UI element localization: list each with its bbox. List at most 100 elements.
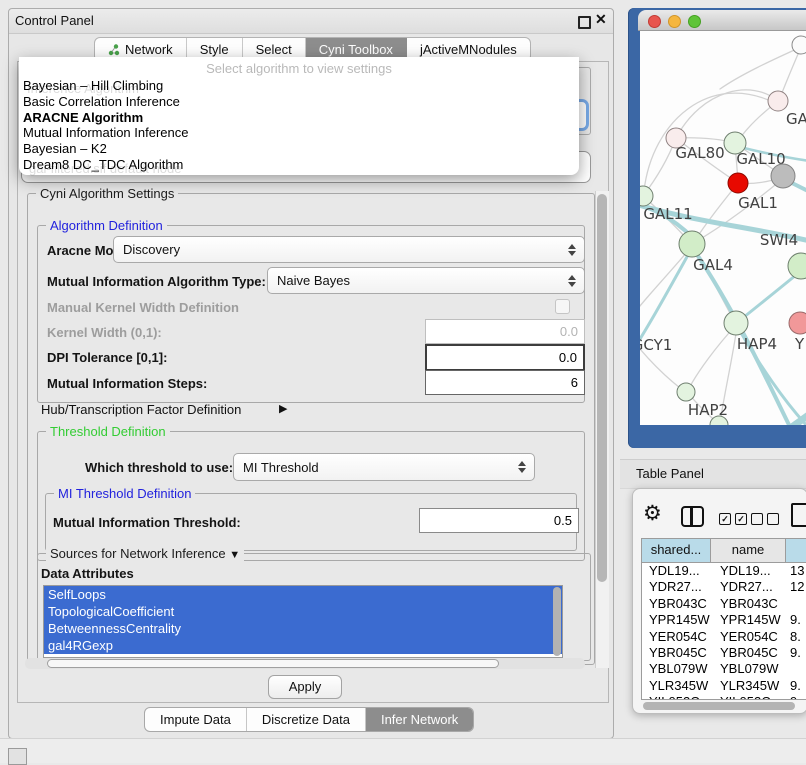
attribute-item[interactable]: SelfLoops [44,586,562,603]
float-window-icon[interactable] [578,16,591,29]
table-row[interactable]: YLR345WYLR345W9. [642,678,806,694]
table-cell[interactable]: YIL052C [711,694,786,700]
close-icon[interactable]: ✕ [595,11,607,28]
table-cell[interactable]: 12 [786,579,806,595]
table-cell[interactable]: YLR345W [711,678,786,694]
node-y[interactable] [789,312,806,334]
node-gal[interactable] [768,91,788,111]
table-cell[interactable]: YLR345W [642,678,711,694]
table-cell[interactable]: YBR045C [642,645,711,661]
table-cell[interactable]: 8. [786,629,806,645]
table-cell[interactable]: YBR043C [711,596,786,612]
zoom-traffic-light-icon[interactable] [688,15,701,28]
column-header-shared[interactable]: shared... [642,539,711,562]
data-attributes-list[interactable]: SelfLoopsTopologicalCoefficientBetweenne… [43,585,563,658]
table-cell[interactable]: YDL19... [711,563,786,579]
node-unlabeled[interactable] [771,164,795,188]
table-cell[interactable] [786,596,806,612]
table-cell[interactable]: YIL052C [642,694,711,700]
aracne-mode-select[interactable]: Discovery [113,236,585,263]
table-row[interactable]: YIL052CYIL052C9 [642,694,806,700]
kernel-width-field[interactable]: 0.0 [425,319,585,344]
table-cell[interactable]: YPR145W [711,612,786,628]
which-threshold-select[interactable]: MI Threshold [233,453,535,481]
corner-widget[interactable] [8,748,27,765]
node-swi4[interactable] [788,253,806,279]
column-header-name[interactable]: name [711,539,786,562]
list-scrollbar-thumb[interactable] [553,587,561,656]
settings-gear-icon[interactable]: ⚙ [643,501,662,526]
table-cell[interactable]: YPR145W [642,612,711,628]
algorithm-option[interactable]: ARACNE Algorithm [21,110,577,126]
algorithm-option[interactable]: Dream8 DC_TDC Algorithm [21,157,577,173]
network-canvas[interactable]: GALGAL80GAL10GAL1GAL11GAL4SWI4GCY1HAP4YH… [640,31,806,425]
group-title: Threshold Definition [46,424,170,439]
attribute-item[interactable]: BetweennessCentrality [44,620,562,637]
node-gal1[interactable] [728,173,748,193]
which-threshold-label: Which threshold to use: [85,460,233,475]
attribute-item[interactable]: TopologicalCoefficient [44,603,562,620]
table-cell[interactable]: YDR27... [642,579,711,595]
table-cell[interactable]: 9. [786,612,806,628]
table-cell[interactable]: YDR27... [711,579,786,595]
table-horizontal-scrollbar-thumb[interactable] [643,702,795,710]
column-header-a[interactable]: A [786,539,806,562]
attribute-item[interactable]: gal4RGexp [44,637,562,654]
manual-kernel-checkbox[interactable] [555,299,570,314]
table-row[interactable]: YBR043CYBR043C [642,596,806,612]
table-row[interactable]: YER054CYER054C8. [642,629,806,645]
table-row[interactable]: YBR045CYBR045C9. [642,645,806,661]
table-cell[interactable]: YBL079W [642,661,711,677]
settings-vertical-scrollbar-thumb[interactable] [597,194,607,582]
deselect-all-checkbox-icon[interactable] [751,513,779,525]
mi-threshold-field[interactable]: 0.5 [419,508,579,533]
new-table-icon[interactable] [791,503,806,527]
node-gal4[interactable] [679,231,705,257]
apply-button[interactable]: Apply [268,675,342,699]
tab-impute-data[interactable]: Impute Data [145,708,247,731]
spinner-icon [565,275,579,287]
mi-type-select[interactable]: Naive Bayes [267,267,585,294]
table-cell[interactable]: YBR043C [642,596,711,612]
node-unlabeled[interactable] [792,36,806,54]
group-title: Algorithm Definition [46,218,167,233]
tab-infer-network[interactable]: Infer Network [366,708,473,731]
table-cell[interactable]: YDL19... [642,563,711,579]
node-label: GAL [786,110,806,128]
table-cell[interactable]: 9 [786,694,806,700]
algorithm-option[interactable]: Bayesian – Hill Climbing [21,78,577,94]
table-panel-window: ⚙ ✓✓ shared...nameA YDL19...YDL19...13YD… [632,488,806,714]
dpi-tolerance-field[interactable]: 0.0 [425,344,585,371]
network-window-titlebar[interactable] [638,10,806,31]
table-cell[interactable]: 13 [786,563,806,579]
table-row[interactable]: YDL19...YDL19...13 [642,563,806,579]
select-all-checkbox-icon[interactable]: ✓✓ [719,513,747,525]
tab-label: Network [125,42,173,57]
table-cell[interactable]: YER054C [711,629,786,645]
tab-discretize-data[interactable]: Discretize Data [247,708,366,731]
mi-steps-field[interactable]: 6 [425,370,585,395]
which-threshold-value: MI Threshold [234,460,515,475]
algorithm-option[interactable]: Basic Correlation Inference [21,94,577,110]
node-hap4[interactable] [724,311,748,335]
node-hap2[interactable] [677,383,695,401]
table-row[interactable]: YPR145WYPR145W9. [642,612,806,628]
table-cell[interactable] [786,661,806,677]
collapse-down-icon[interactable]: ▼ [229,549,240,561]
table-cell[interactable]: YER054C [642,629,711,645]
table-cell[interactable]: 9. [786,645,806,661]
table-row[interactable]: YBL079WYBL079W [642,661,806,677]
close-traffic-light-icon[interactable] [648,15,661,28]
column-layout-icon[interactable] [681,506,704,527]
manual-kernel-label: Manual Kernel Width Definition [47,300,239,315]
table-row[interactable]: YDR27...YDR27...12 [642,579,806,595]
settings-horizontal-scrollbar-thumb[interactable] [47,659,499,668]
algorithm-option[interactable]: Bayesian – K2 [21,141,577,157]
minimize-traffic-light-icon[interactable] [668,15,681,28]
expand-right-icon[interactable]: ▶ [279,402,287,415]
table-cell[interactable]: YBL079W [711,661,786,677]
edge [720,47,801,89]
algorithm-option[interactable]: Mutual Information Inference [21,125,577,141]
table-cell[interactable]: YBR045C [711,645,786,661]
table-cell[interactable]: 9. [786,678,806,694]
